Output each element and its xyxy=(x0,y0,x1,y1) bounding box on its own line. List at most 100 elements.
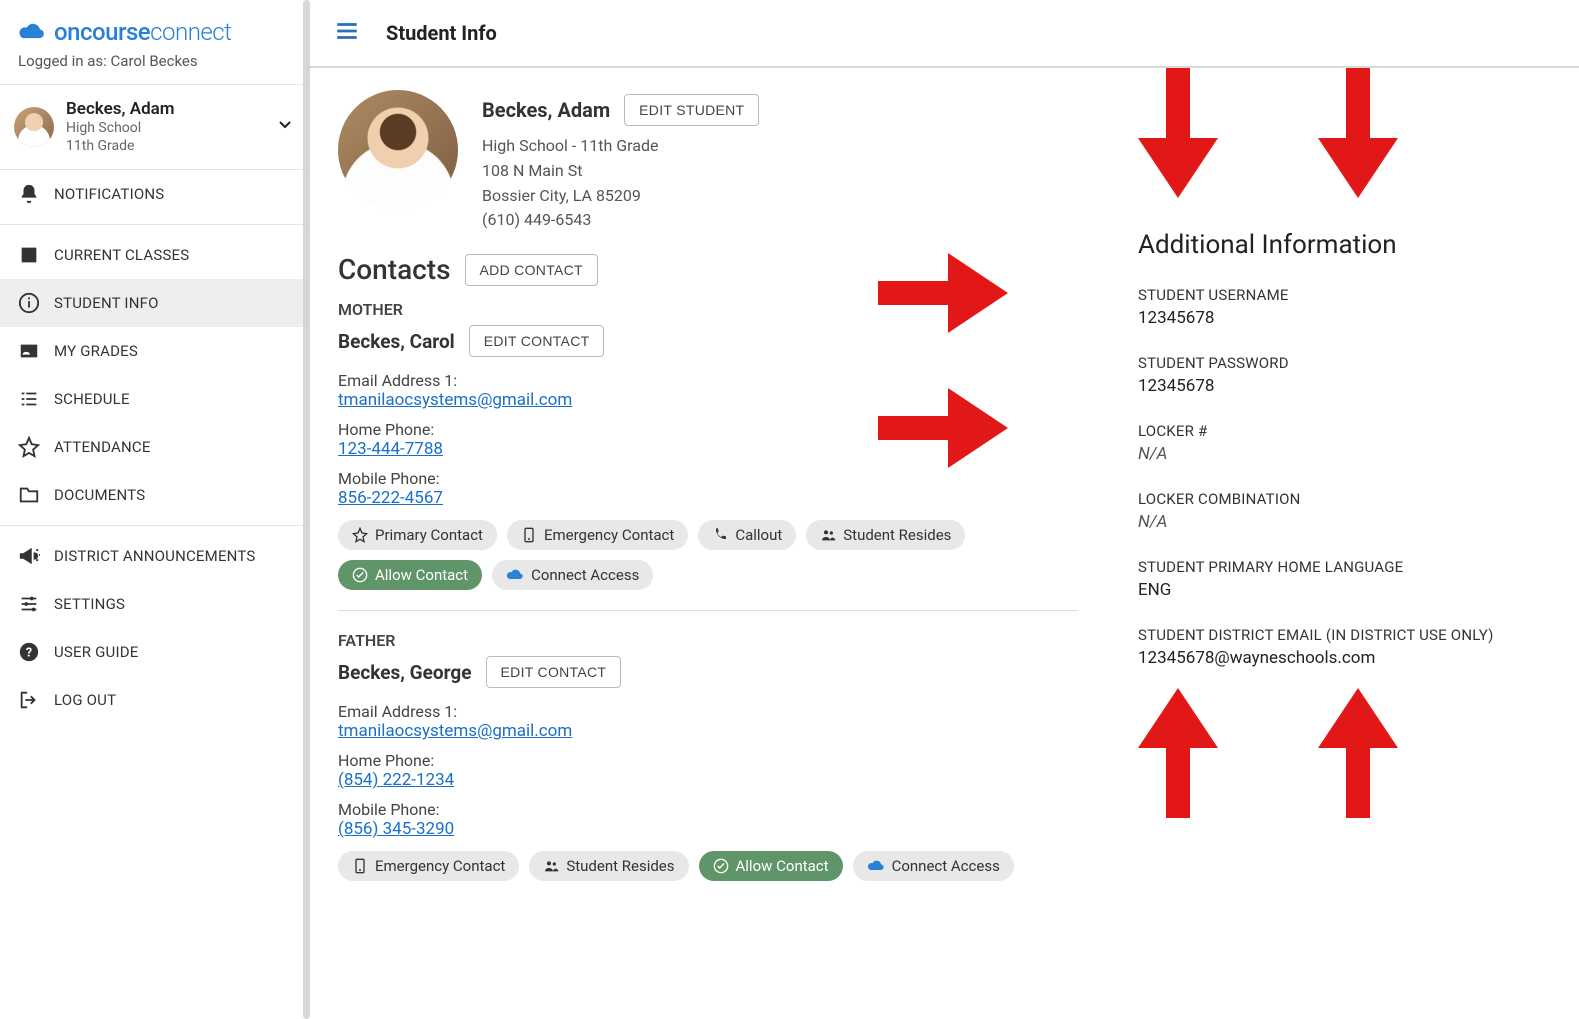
additional-info-label: STUDENT USERNAME xyxy=(1138,286,1549,304)
chip-emergency-contact[interactable]: Emergency Contact xyxy=(338,851,519,881)
star-icon xyxy=(352,527,368,543)
chip-label: Emergency Contact xyxy=(544,526,674,544)
chip-connect-access[interactable]: Connect Access xyxy=(492,560,653,590)
picker-grade: 11th Grade xyxy=(66,137,265,155)
edit-contact-button[interactable]: EDIT CONTACT xyxy=(486,656,622,688)
chip-label: Allow Contact xyxy=(375,566,468,584)
chip-label: Primary Contact xyxy=(375,526,483,544)
nav-attendance[interactable]: ATTENDANCE xyxy=(0,423,307,471)
nav-district-announcements[interactable]: DISTRICT ANNOUNCEMENTS xyxy=(0,532,307,580)
folder-icon xyxy=(18,484,40,506)
additional-info-field: STUDENT PASSWORD 12345678 xyxy=(1138,354,1549,396)
edit-student-button[interactable]: EDIT STUDENT xyxy=(624,94,759,126)
svg-text:?: ? xyxy=(26,646,33,661)
annotation-arrow-right-icon xyxy=(878,253,1008,333)
nav-list: DISTRICT ANNOUNCEMENTS SETTINGS ? USER G… xyxy=(0,532,307,724)
nav-current-classes[interactable]: CURRENT CLASSES xyxy=(0,231,307,279)
nav-user-guide[interactable]: ? USER GUIDE xyxy=(0,628,307,676)
info-icon xyxy=(18,292,40,314)
chip-allow-contact[interactable]: Allow Contact xyxy=(699,851,843,881)
nav-label: STUDENT INFO xyxy=(54,294,159,312)
menu-button[interactable] xyxy=(334,18,360,48)
chip-connect-access[interactable]: Connect Access xyxy=(853,851,1014,881)
people-icon xyxy=(820,527,836,543)
nav-label: DOCUMENTS xyxy=(54,486,145,504)
contact-block: FATHER Beckes, George EDIT CONTACT Email… xyxy=(338,631,1078,901)
add-contact-button[interactable]: ADD CONTACT xyxy=(465,254,598,286)
additional-info-value: 12345678@wayneschools.com xyxy=(1138,648,1549,668)
nav-my-grades[interactable]: MY GRADES xyxy=(0,327,307,375)
chip-allow-contact[interactable]: Allow Contact xyxy=(338,560,482,590)
cloud-icon xyxy=(506,568,524,582)
additional-info-label: LOCKER # xyxy=(1138,422,1549,440)
phone-link[interactable]: 123-444-7788 xyxy=(338,439,443,459)
additional-info-title: Additional Information xyxy=(1138,230,1549,260)
annotation-arrow-down-icon xyxy=(1138,68,1218,198)
nav-student-info[interactable]: STUDENT INFO xyxy=(0,279,307,327)
phone-link[interactable]: (854) 222-1234 xyxy=(338,770,454,790)
additional-info-field: STUDENT USERNAME12345678 xyxy=(1138,286,1549,328)
email-link[interactable]: tmanilaocsystems@gmail.com xyxy=(338,390,572,410)
divider xyxy=(0,224,307,225)
right-column: Additional Information STUDENT USERNAME1… xyxy=(1138,90,1549,997)
student-school-grade: High School - 11th Grade xyxy=(482,134,759,159)
nav-label: SCHEDULE xyxy=(54,390,130,408)
picker-info: Beckes, Adam High School 11th Grade xyxy=(66,99,265,155)
hamburger-icon xyxy=(334,18,360,44)
nav-notifications[interactable]: NOTIFICATIONS xyxy=(0,170,307,218)
nav-log-out[interactable]: LOG OUT xyxy=(0,676,307,724)
phone-link[interactable]: 856-222-4567 xyxy=(338,488,443,508)
picker-name: Beckes, Adam xyxy=(66,99,265,119)
chip-student-resides[interactable]: Student Resides xyxy=(806,520,965,550)
brand[interactable]: oncourseconnect xyxy=(0,0,307,52)
annotation-arrow-down-icon xyxy=(1318,68,1398,198)
student-address2: Bossier City, LA 85209 xyxy=(482,184,759,209)
chip-student-resides[interactable]: Student Resides xyxy=(529,851,688,881)
nav-list: NOTIFICATIONS xyxy=(0,170,307,218)
nav-documents[interactable]: DOCUMENTS xyxy=(0,471,307,519)
student-phone: (610) 449-6543 xyxy=(482,208,759,233)
contact-name: Beckes, Carol xyxy=(338,330,455,353)
phone-link[interactable]: (856) 345-3290 xyxy=(338,819,454,839)
annotation-arrow-up-icon xyxy=(1318,688,1398,818)
nav-label: MY GRADES xyxy=(54,342,138,360)
star-icon xyxy=(18,436,40,458)
additional-info-label: STUDENT PASSWORD xyxy=(1138,354,1549,372)
nav-schedule[interactable]: SCHEDULE xyxy=(0,375,307,423)
check-circle-icon xyxy=(713,858,729,874)
picker-school: High School xyxy=(66,119,265,137)
check-circle-icon xyxy=(352,567,368,583)
chip-emergency-contact[interactable]: Emergency Contact xyxy=(507,520,688,550)
additional-info-value: 12345678 xyxy=(1138,376,1549,396)
additional-info-value: N/A xyxy=(1138,444,1549,464)
schedule-icon xyxy=(18,388,40,410)
id-card-icon xyxy=(18,340,40,362)
edit-contact-button[interactable]: EDIT CONTACT xyxy=(469,325,605,357)
student-header: Beckes, Adam EDIT STUDENT High School - … xyxy=(338,90,1078,233)
chevron-down-icon xyxy=(277,117,293,137)
nav-settings[interactable]: SETTINGS xyxy=(0,580,307,628)
contact-role: FATHER xyxy=(338,631,1078,650)
cloud-icon xyxy=(18,22,46,42)
nav-label: SETTINGS xyxy=(54,595,125,613)
field-label: Mobile Phone: xyxy=(338,800,1078,819)
sidebar: oncourseconnect Logged in as: Carol Beck… xyxy=(0,0,308,1019)
additional-info-field: LOCKER # N/A xyxy=(1138,422,1549,464)
chip-label: Student Resides xyxy=(566,857,674,875)
nav-label: CURRENT CLASSES xyxy=(54,246,189,264)
email-link[interactable]: tmanilaocsystems@gmail.com xyxy=(338,721,572,741)
annotation-arrow-up-icon xyxy=(1138,688,1218,818)
nav-list: CURRENT CLASSES STUDENT INFO MY GRADES S… xyxy=(0,231,307,519)
avatar xyxy=(14,107,54,147)
nav-label: LOG OUT xyxy=(54,691,116,709)
student-picker[interactable]: Beckes, Adam High School 11th Grade xyxy=(0,85,307,169)
left-column: Beckes, Adam EDIT STUDENT High School - … xyxy=(338,90,1078,997)
nav-label: ATTENDANCE xyxy=(54,438,151,456)
bell-icon xyxy=(18,183,40,205)
content: Beckes, Adam EDIT STUDENT High School - … xyxy=(308,68,1579,1019)
chip-primary-contact[interactable]: Primary Contact xyxy=(338,520,497,550)
annotation-arrow-right-icon xyxy=(878,388,1008,468)
student-avatar xyxy=(338,90,458,210)
chip-callout[interactable]: Callout xyxy=(698,520,796,550)
sliders-icon xyxy=(18,593,40,615)
